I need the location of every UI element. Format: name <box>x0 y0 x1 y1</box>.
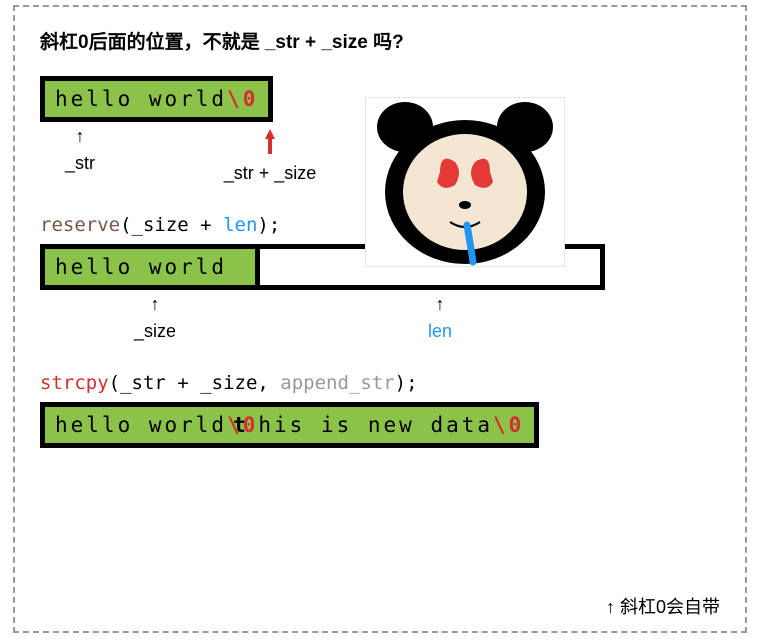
panda-meme-icon <box>365 97 565 267</box>
fn-strcpy: strcpy <box>40 372 109 394</box>
arrow-str: ↑ _str <box>55 127 105 184</box>
footer-note: ↑ 斜杠0会自带 <box>606 593 720 619</box>
arrow-len: ↑ len <box>410 295 470 342</box>
title-text: 斜杠0后面的位置，不就是 _str + _size 吗? <box>40 27 720 54</box>
fn-reserve: reserve <box>40 214 120 236</box>
null-terminator-3: \0 <box>493 413 524 437</box>
diagram-container: 斜杠0后面的位置，不就是 _str + _size 吗? hello world… <box>13 5 747 633</box>
string-box-1: hello world\0 <box>40 76 273 122</box>
box1-text: hello world <box>55 87 227 111</box>
code-strcpy: strcpy(_str + _size, append_str); <box>40 372 720 394</box>
label-size: _size <box>125 321 185 342</box>
label-len: len <box>410 321 470 342</box>
arg-append-str: append_str <box>280 372 394 394</box>
null-overlap: \0t <box>227 413 258 437</box>
label-str: _str <box>55 153 105 174</box>
box2-filled: hello world <box>45 249 255 285</box>
string-box-3: hello world\0this is new data\0 <box>40 402 539 448</box>
section-3: strcpy(_str + _size, append_str); hello … <box>40 372 720 448</box>
arg-size: _size <box>132 214 189 236</box>
up-arrow-icon: ↑ <box>410 295 470 313</box>
arg-len: len <box>223 214 257 236</box>
up-arrow-icon: ↑ <box>125 295 185 313</box>
arrow-row-2: ↑ _size ↑ len <box>40 295 720 342</box>
up-arrow-icon: ↑ <box>55 127 105 145</box>
arrow-size: ↑ _size <box>125 295 185 342</box>
null-terminator-1: \0 <box>227 87 258 111</box>
label-str-size: _str + _size <box>210 163 330 184</box>
red-up-arrow-icon <box>210 127 330 155</box>
arrow-str-size: _str + _size <box>210 127 330 184</box>
